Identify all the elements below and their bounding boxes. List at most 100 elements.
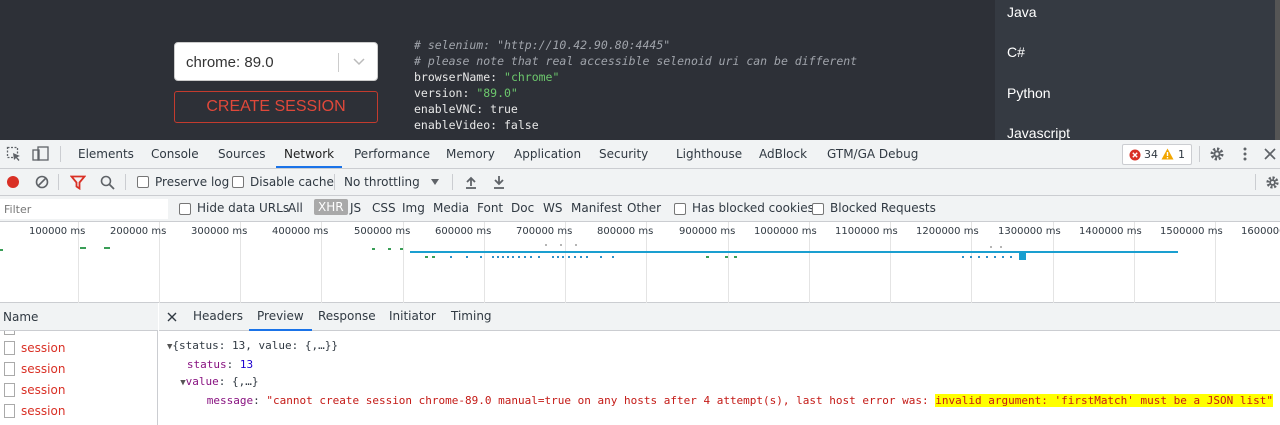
has-blocked-cookies-label: Has blocked cookies: [692, 201, 814, 215]
file-icon: [4, 383, 15, 397]
network-toolbar: Preserve log Disable cache No throttling: [0, 169, 1280, 196]
close-detail-icon[interactable]: [167, 312, 177, 322]
more-options-icon[interactable]: [1238, 146, 1252, 162]
tab-lighthouse[interactable]: Lighthouse: [676, 140, 742, 168]
clear-icon[interactable]: [35, 175, 49, 189]
json-preview: ▼{status: 13, value: {,…}} status: 13 ▼v…: [167, 339, 1274, 407]
filter-type-other[interactable]: Other: [627, 201, 661, 215]
tab-sources[interactable]: Sources: [218, 140, 265, 168]
name-column-header[interactable]: Name: [0, 303, 158, 331]
preview-key: value: [185, 375, 219, 388]
request-row[interactable]: session: [0, 338, 150, 359]
filter-funnel-icon[interactable]: [70, 175, 86, 190]
filter-type-manifest[interactable]: Manifest: [571, 201, 622, 215]
error-icon: [1129, 149, 1141, 161]
language-item-csharp[interactable]: C#: [1007, 44, 1025, 60]
filter-type-doc[interactable]: Doc: [511, 201, 534, 215]
tab-memory[interactable]: Memory: [446, 140, 495, 168]
browser-version-select[interactable]: chrome: 89.0: [174, 42, 378, 81]
hide-data-urls-checkbox[interactable]: [179, 203, 191, 215]
filter-type-media[interactable]: Media: [433, 201, 469, 215]
code-line: enableVideo: false: [414, 118, 539, 132]
code-string: "89.0": [476, 86, 518, 100]
devtools-tab-bar: Elements Console Sources Network Perform…: [0, 140, 1280, 169]
preserve-log-checkbox[interactable]: [137, 176, 149, 188]
blocked-requests-label: Blocked Requests: [830, 201, 936, 215]
tab-adblock[interactable]: AdBlock: [759, 140, 807, 168]
export-har-icon[interactable]: [492, 175, 506, 189]
filter-type-font[interactable]: Font: [477, 201, 503, 215]
search-icon[interactable]: [100, 175, 115, 190]
file-icon: [4, 404, 15, 418]
language-item-java[interactable]: Java: [1007, 4, 1037, 20]
import-har-icon[interactable]: [464, 175, 478, 189]
device-toolbar-icon[interactable]: [32, 146, 50, 162]
select-separator: [338, 53, 339, 72]
request-row[interactable]: session: [0, 380, 150, 401]
tab-performance[interactable]: Performance: [354, 140, 430, 168]
request-name: session: [21, 404, 66, 418]
code-comment: # please note that real accessible selen…: [414, 54, 858, 68]
filter-type-all[interactable]: All: [288, 201, 303, 215]
preview-key: status: [186, 358, 227, 371]
preview-string-highlight: invalid argument: 'firstMatch' must be a…: [935, 394, 1274, 407]
filter-type-css[interactable]: CSS: [372, 201, 396, 215]
tab-console[interactable]: Console: [151, 140, 199, 168]
preview-value-summary[interactable]: {,…}: [232, 375, 259, 388]
network-overview-timeline[interactable]: 100000 ms 200000 ms 300000 ms 400000 ms …: [0, 222, 1280, 303]
tab-application[interactable]: Application: [514, 140, 581, 168]
detail-tab-bar: Headers Preview Response Initiator Timin…: [159, 303, 1280, 331]
warning-icon: [1161, 148, 1174, 160]
tab-elements[interactable]: Elements: [78, 140, 134, 168]
tab-headers[interactable]: Headers: [193, 303, 243, 331]
request-row[interactable]: session: [0, 359, 150, 380]
browser-select-value: chrome: 89.0: [186, 54, 274, 71]
file-icon: [4, 362, 15, 376]
toolbar-separator: [334, 174, 335, 190]
preview-root[interactable]: {status: 13, value: {,…}}: [172, 339, 338, 352]
request-name: session: [21, 341, 66, 355]
preview-number: 13: [239, 358, 254, 371]
language-item-javascript[interactable]: Javascript: [1007, 125, 1070, 141]
code-line: enableVNC: true: [414, 102, 518, 116]
inspect-element-icon[interactable]: [6, 146, 22, 162]
filter-type-ws[interactable]: WS: [543, 201, 562, 215]
app-scrollbar[interactable]: [1275, 0, 1280, 140]
request-detail-panel: Headers Preview Response Initiator Timin…: [159, 303, 1280, 425]
language-item-python[interactable]: Python: [1007, 85, 1051, 101]
dropdown-arrow-icon[interactable]: [430, 178, 440, 186]
record-icon[interactable]: [6, 175, 20, 189]
tab-response[interactable]: Response: [318, 303, 376, 331]
has-blocked-cookies-checkbox[interactable]: [674, 203, 686, 215]
filter-input[interactable]: [0, 199, 168, 219]
tab-gtm-ga-debug[interactable]: GTM/GA Debug: [827, 140, 918, 168]
request-row[interactable]: session: [0, 401, 150, 422]
hide-data-urls-label: Hide data URLs: [197, 201, 290, 215]
disable-cache-label: Disable cache: [250, 175, 334, 189]
disable-cache-checkbox[interactable]: [232, 176, 244, 188]
filter-type-xhr[interactable]: XHR: [314, 199, 348, 215]
tab-initiator[interactable]: Initiator: [389, 303, 436, 331]
code-comment: # selenium: "http://10.42.90.80:4445": [414, 38, 671, 52]
close-devtools-icon[interactable]: [1263, 147, 1277, 161]
code-string: "chrome": [504, 70, 560, 84]
settings-gear-icon[interactable]: [1209, 146, 1225, 162]
filter-type-img[interactable]: Img: [402, 201, 425, 215]
blocked-requests-checkbox[interactable]: [812, 203, 824, 215]
tab-timing[interactable]: Timing: [451, 303, 492, 331]
request-name-column: Name session session session session: [0, 303, 158, 425]
issues-counter[interactable]: 34 1: [1122, 144, 1192, 165]
create-session-button[interactable]: CREATE SESSION: [174, 91, 378, 123]
request-name: session: [21, 362, 66, 376]
tab-preview[interactable]: Preview: [249, 303, 312, 331]
filter-type-js[interactable]: JS: [350, 201, 361, 215]
name-header-label: Name: [3, 310, 39, 324]
network-settings-gear-icon[interactable]: [1265, 175, 1280, 190]
filter-bar: Hide data URLs All XHR JS CSS Img Media …: [0, 196, 1280, 222]
preview-key: message: [206, 394, 254, 407]
tab-network[interactable]: Network: [276, 140, 343, 168]
throttling-select[interactable]: No throttling: [344, 175, 420, 189]
tab-security[interactable]: Security: [599, 140, 648, 168]
preview-string: "cannot create session chrome-89.0 manua…: [266, 394, 936, 407]
chevron-down-icon[interactable]: [348, 49, 370, 73]
